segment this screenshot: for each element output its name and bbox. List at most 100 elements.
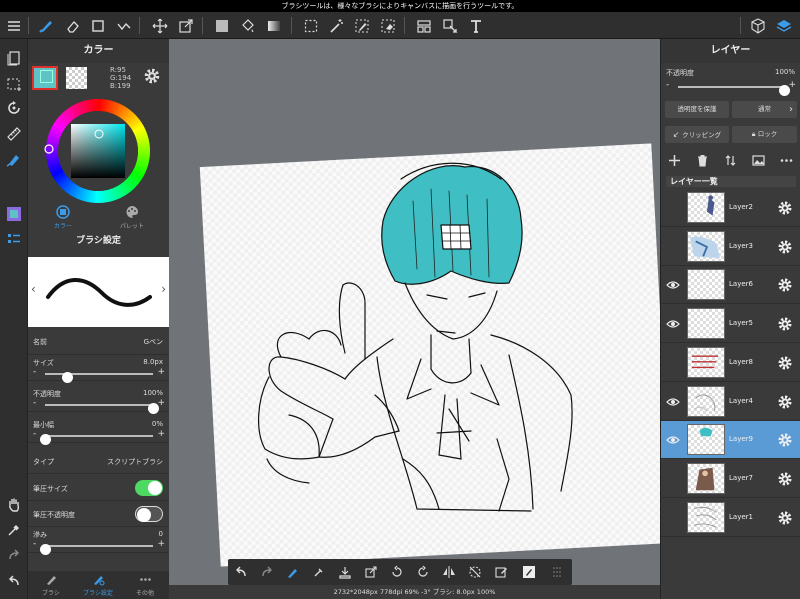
layer-row[interactable]: Layer2 (661, 189, 800, 227)
color-settings-gear-icon[interactable] (143, 67, 161, 85)
eye-icon[interactable] (666, 433, 680, 447)
eyedropper-icon[interactable] (310, 563, 328, 581)
layers-icon[interactable] (774, 16, 794, 36)
eye-hidden-icon[interactable] (666, 201, 680, 215)
redo-icon[interactable] (258, 563, 276, 581)
text-icon[interactable] (466, 16, 486, 36)
trash-icon[interactable] (694, 152, 710, 168)
tab-color[interactable]: カラー (33, 205, 93, 230)
layer-gear-icon[interactable] (777, 510, 793, 526)
layer-gear-icon[interactable] (777, 394, 793, 410)
eye-hidden-icon[interactable] (666, 356, 680, 370)
layer-gear-icon[interactable] (777, 316, 793, 332)
layer-row[interactable]: Layer4 (661, 383, 800, 421)
layer-gear-icon[interactable] (777, 200, 793, 216)
transform-icon[interactable] (176, 16, 196, 36)
eye-hidden-icon[interactable] (666, 511, 680, 525)
page-icon[interactable] (4, 48, 24, 68)
opacity-minus-button[interactable]: - (33, 398, 36, 408)
undo-icon[interactable] (4, 571, 24, 591)
brush-list-icon[interactable] (4, 229, 24, 249)
min-width-minus-button[interactable]: - (33, 429, 36, 439)
layer-row[interactable]: Layer3 (661, 228, 800, 266)
hand-icon[interactable] (4, 494, 24, 514)
layer-gear-icon[interactable] (777, 355, 793, 371)
layer-row[interactable]: Layer6 (661, 266, 800, 305)
clear-icon[interactable] (492, 563, 510, 581)
gradient-icon[interactable] (264, 16, 284, 36)
blur-plus-button[interactable]: + (157, 539, 165, 549)
layer-gear-icon[interactable] (777, 277, 793, 293)
layer-gear-icon[interactable] (777, 471, 793, 487)
lock-button[interactable]: 🔒︎ ロック (732, 126, 797, 143)
magic-wand-icon[interactable] (326, 16, 346, 36)
size-plus-button[interactable]: + (157, 367, 165, 377)
protect-alpha-button[interactable]: 透明度を保護 (665, 101, 729, 118)
blur-minus-button[interactable]: - (33, 539, 36, 549)
min-width-slider[interactable]: - + (33, 429, 165, 445)
pressure-size-toggle[interactable] (135, 480, 163, 496)
eye-icon[interactable] (666, 317, 680, 331)
color-wheel[interactable] (42, 95, 154, 207)
layer-opacity-plus-button[interactable]: + (788, 80, 796, 90)
eye-hidden-icon[interactable] (666, 472, 680, 486)
layer-row[interactable]: Layer7 (661, 460, 800, 498)
layer-move-icon[interactable] (414, 16, 434, 36)
tab-brush-settings[interactable]: ブラシ設定 (75, 573, 121, 597)
brush-name-row[interactable]: 名前 Gペン (28, 329, 169, 355)
material-icon[interactable] (748, 16, 768, 36)
ruler-icon[interactable] (4, 124, 24, 144)
move-icon[interactable] (150, 16, 170, 36)
selection-icon[interactable] (4, 74, 24, 94)
brush-icon[interactable] (36, 16, 56, 36)
blend-mode-button[interactable]: 通常 › (732, 101, 797, 118)
rotate-left-icon[interactable] (388, 563, 406, 581)
min-width-slider-knob[interactable] (40, 434, 51, 445)
bucket-icon[interactable] (238, 16, 258, 36)
tab-brush[interactable]: ブラシ (28, 573, 74, 597)
layer-gear-icon[interactable] (777, 239, 793, 255)
undo-icon[interactable] (232, 563, 250, 581)
transform-icon[interactable] (362, 563, 380, 581)
eye-hidden-icon[interactable] (666, 240, 680, 254)
hide-selection-icon[interactable] (466, 563, 484, 581)
rotate-icon[interactable] (4, 98, 24, 118)
eye-icon[interactable] (666, 395, 680, 409)
blur-slider-knob[interactable] (40, 544, 51, 555)
tab-other[interactable]: その他 (122, 573, 168, 597)
size-minus-button[interactable]: - (33, 367, 36, 377)
fill-color-icon[interactable] (212, 16, 232, 36)
rotate-right-icon[interactable] (414, 563, 432, 581)
grid-icon[interactable] (548, 563, 566, 581)
eraser-icon[interactable] (63, 16, 83, 36)
hamburger-icon[interactable] (4, 16, 24, 36)
opacity-slider[interactable]: - + (33, 398, 165, 414)
next-brush-chevron-icon[interactable]: › (161, 282, 166, 296)
reorder-icon[interactable] (722, 152, 738, 168)
size-slider-knob[interactable] (61, 372, 73, 383)
layer-row[interactable]: Layer8 (661, 344, 800, 382)
add-layer-icon[interactable] (666, 152, 682, 168)
snap-icon[interactable] (114, 16, 134, 36)
select-eraser-icon[interactable] (378, 16, 398, 36)
layer-image-icon[interactable] (750, 152, 766, 168)
blur-slider[interactable]: - + (33, 539, 165, 555)
layer-row[interactable]: Layer9 (661, 421, 800, 460)
save-icon[interactable] (336, 563, 354, 581)
size-slider[interactable]: - + (33, 367, 165, 383)
min-width-plus-button[interactable]: + (157, 429, 165, 439)
canvas-area[interactable] (169, 39, 660, 585)
layer-row[interactable]: Layer5 (661, 305, 800, 344)
sub-color-swatch[interactable] (66, 67, 87, 89)
prev-brush-chevron-icon[interactable]: ‹ (31, 282, 36, 296)
clipping-button[interactable]: ↙ クリッピング (665, 126, 729, 143)
operation-icon[interactable] (440, 16, 460, 36)
brush-settings-icon[interactable] (284, 563, 302, 581)
layer-opacity-minus-button[interactable]: - (666, 80, 669, 90)
opacity-plus-button[interactable]: + (157, 398, 165, 408)
brush-type-row[interactable]: タイプ スクリプトブラシ (28, 448, 169, 474)
main-color-swatch[interactable] (32, 66, 58, 90)
eye-icon[interactable] (666, 278, 680, 292)
layer-row[interactable]: Layer1 (661, 499, 800, 537)
pressure-opacity-toggle[interactable] (135, 506, 163, 522)
